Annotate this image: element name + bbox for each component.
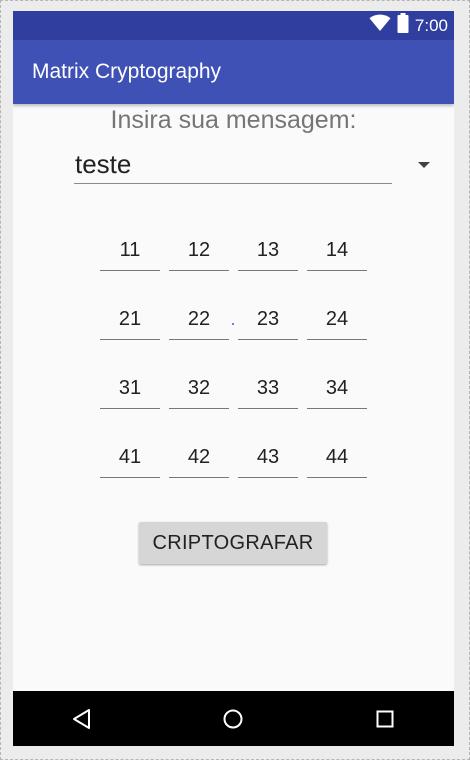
matrix-cell-input[interactable]: 23 [238,299,298,340]
home-icon[interactable] [203,691,263,746]
message-prompt-label: Insira sua mensagem: [110,106,357,134]
wifi-icon [369,14,391,37]
navigation-bar [13,691,454,746]
matrix-cell-input[interactable]: 11 [100,230,160,271]
matrix-cell-input[interactable]: 21 [100,299,160,340]
encrypt-button[interactable]: CRIPTOGRAFAR [139,522,327,564]
matrix-cell-input[interactable]: 32 [169,368,229,409]
matrix-cell-input[interactable]: 14 [307,230,367,271]
battery-icon [397,13,409,38]
status-time: 7:00 [414,15,448,35]
matrix-cell-input[interactable]: 24 [307,299,367,340]
app-title: Matrix Cryptography [32,60,222,83]
app-bar: Matrix Cryptography [13,40,454,104]
matrix-cell-input[interactable]: 41 [100,437,160,478]
message-input-value: teste [75,149,132,179]
focus-dot [232,323,234,325]
status-bar: 7:00 [13,11,454,40]
matrix-cell-input[interactable]: 22 [169,299,229,340]
device-screen: 7:00 Matrix Cryptography Insira sua mens… [13,11,454,746]
matrix-cell-input[interactable]: 12 [169,230,229,271]
back-icon[interactable] [52,691,112,746]
status-icons: 7:00 [369,11,448,40]
matrix-cell-input[interactable]: 13 [238,230,298,271]
matrix-cell-input[interactable]: 31 [100,368,160,409]
matrix-cell-input[interactable]: 34 [307,368,367,409]
matrix-cell-input[interactable]: 42 [169,437,229,478]
matrix-cell-input[interactable]: 44 [307,437,367,478]
message-input[interactable]: teste [74,145,392,184]
dropdown-arrow-icon[interactable] [418,162,430,168]
matrix-cell-input[interactable]: 33 [238,368,298,409]
recents-icon[interactable] [355,691,415,746]
matrix-cell-input[interactable]: 43 [238,437,298,478]
